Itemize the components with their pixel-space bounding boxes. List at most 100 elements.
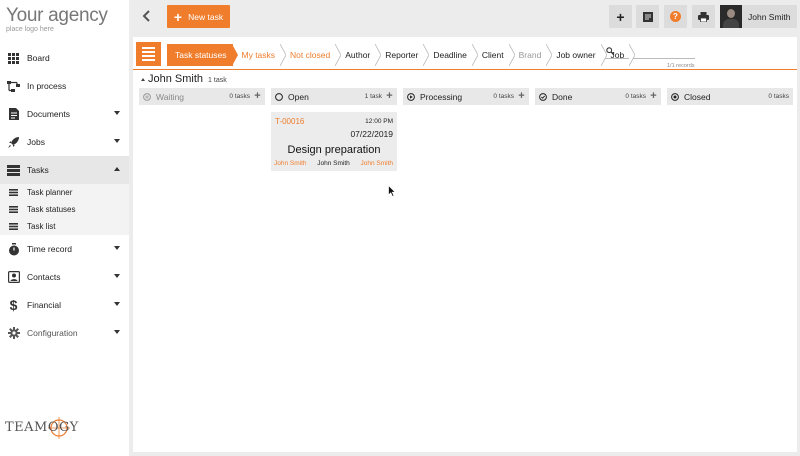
sidebar-subitem-task-planner[interactable]: Task planner [0, 184, 129, 201]
help-button[interactable]: ? [664, 5, 687, 28]
chevron-up-icon [114, 167, 120, 171]
logo-title: Your agency [6, 5, 108, 26]
filter-label: Deadline [433, 50, 467, 60]
list-icon [9, 206, 18, 213]
task-id[interactable]: T-00016 [275, 117, 304, 126]
task-title: Design preparation [287, 144, 381, 156]
contacts-icon [7, 271, 20, 284]
collapse-sidebar-button[interactable] [139, 8, 153, 24]
stopwatch-icon [7, 242, 20, 256]
list-icon [9, 223, 18, 230]
filter-my-tasks[interactable]: My tasks [233, 44, 287, 66]
top-bar: + New task + ? John Smith [129, 0, 800, 34]
agency-logo[interactable]: Your agency place logo here [6, 6, 108, 34]
task-card[interactable]: T-00016 12:00 PM 07/22/2019 Design prepa… [271, 112, 397, 171]
new-task-button[interactable]: + New task [167, 5, 230, 28]
sidebar-item-label: Board [27, 53, 50, 63]
filter-bar: Task statuses My tasks Not closed Author… [133, 40, 797, 70]
gear-icon [7, 327, 20, 340]
sidebar-subitem-label: Task statuses [27, 205, 76, 214]
column-count: 0 tasks [493, 93, 514, 100]
task-date: 07/22/2019 [350, 129, 393, 139]
filter-label: Brand [518, 50, 542, 60]
column-count: 1 task [364, 93, 382, 100]
print-button[interactable] [692, 5, 715, 28]
group-header[interactable]: John Smith 1 task [141, 73, 227, 85]
sidebar-item-documents[interactable]: Documents [0, 100, 129, 128]
teamogy-logo: TEAMOGY [5, 414, 89, 444]
add-task-button[interactable]: + [649, 91, 658, 102]
sidebar-item-board[interactable]: Board [0, 44, 129, 72]
group-name: John Smith [148, 73, 204, 85]
sidebar-item-configuration[interactable]: Configuration [0, 319, 129, 347]
add-button[interactable]: + [609, 5, 632, 28]
column-count: 0 tasks [625, 93, 646, 100]
check-circle-icon [539, 92, 547, 101]
filter-client[interactable]: Client [473, 44, 515, 66]
sidebar-item-jobs[interactable]: Jobs [0, 128, 129, 156]
filter-not-closed[interactable]: Not closed [281, 44, 342, 66]
add-task-button[interactable]: + [385, 91, 394, 102]
chevron-left-icon [142, 10, 150, 22]
filter-label: Task statuses [175, 50, 227, 60]
rocket-icon [7, 136, 20, 149]
sidebar-item-tasks[interactable]: Tasks [0, 156, 129, 184]
sidebar-item-label: Time record [27, 244, 73, 254]
list-icon [9, 189, 18, 196]
column-name: Done [552, 91, 573, 102]
task-reporter[interactable]: John Smith [360, 160, 393, 167]
grid-icon [7, 52, 20, 65]
plus-icon: + [616, 8, 625, 25]
task-author[interactable]: John Smith [274, 160, 307, 167]
filter-reporter[interactable]: Reporter [376, 44, 430, 66]
column-name: Open [288, 91, 309, 102]
search-icon [606, 47, 614, 55]
column-count: 0 tasks [229, 93, 250, 100]
sidebar-item-label: Tasks [27, 165, 49, 175]
user-menu[interactable]: John Smith [720, 5, 797, 28]
chevron-down-icon [114, 274, 120, 278]
main-panel: Task statuses My tasks Not closed Author… [133, 37, 797, 452]
mouse-cursor-icon [388, 185, 396, 197]
task-time: 12:00 PM [365, 118, 393, 125]
sidebar: Your agency place logo here Board In pro… [0, 0, 129, 456]
chevron-up-icon [141, 78, 145, 81]
notes-button[interactable] [636, 5, 659, 28]
sidebar-item-label: Jobs [27, 137, 45, 147]
add-task-button[interactable]: + [253, 91, 262, 102]
column-name: Waiting [156, 91, 185, 102]
column-closed: Closed 0 tasks [667, 88, 793, 105]
sidebar-item-label: Financial [27, 300, 62, 310]
filter-deadline[interactable]: Deadline [424, 44, 478, 66]
sidebar-item-label: Documents [27, 109, 70, 119]
column-done: Done 0 tasks + [535, 88, 661, 105]
sidebar-item-contacts[interactable]: Contacts [0, 263, 129, 291]
brand-text: TEAMOGY [5, 420, 79, 435]
filter-job-owner[interactable]: Job owner [547, 44, 607, 66]
sidebar-subitem-label: Task list [27, 222, 56, 231]
circle-icon [275, 92, 283, 101]
column-name: Processing [420, 91, 463, 102]
sidebar-subitem-task-list[interactable]: Task list [0, 218, 129, 235]
view-menu-button[interactable] [136, 42, 161, 66]
chevron-down-icon [114, 111, 120, 115]
play-circle-icon [407, 92, 415, 101]
sidebar-item-time-record[interactable]: Time record [0, 235, 129, 263]
filter-label: Client [481, 50, 504, 60]
pause-circle-icon [143, 92, 151, 101]
search-input[interactable] [605, 45, 695, 59]
add-task-button[interactable]: + [517, 91, 526, 102]
sidebar-item-financial[interactable]: $ Financial [0, 291, 129, 319]
sidebar-item-label: In process [27, 81, 67, 91]
filter-author[interactable]: Author [336, 44, 382, 66]
flow-icon [7, 80, 20, 93]
sidebar-subitem-task-statuses[interactable]: Task statuses [0, 201, 129, 218]
filter-task-statuses[interactable]: Task statuses [167, 44, 238, 66]
sidebar-item-label: Configuration [27, 328, 78, 338]
filter-brand[interactable]: Brand [510, 44, 553, 66]
column-count: 0 tasks [768, 93, 789, 100]
help-icon: ? [670, 11, 681, 22]
sidebar-item-in-process[interactable]: In process [0, 72, 129, 100]
document-icon [7, 108, 20, 121]
column-name: Closed [684, 91, 711, 102]
